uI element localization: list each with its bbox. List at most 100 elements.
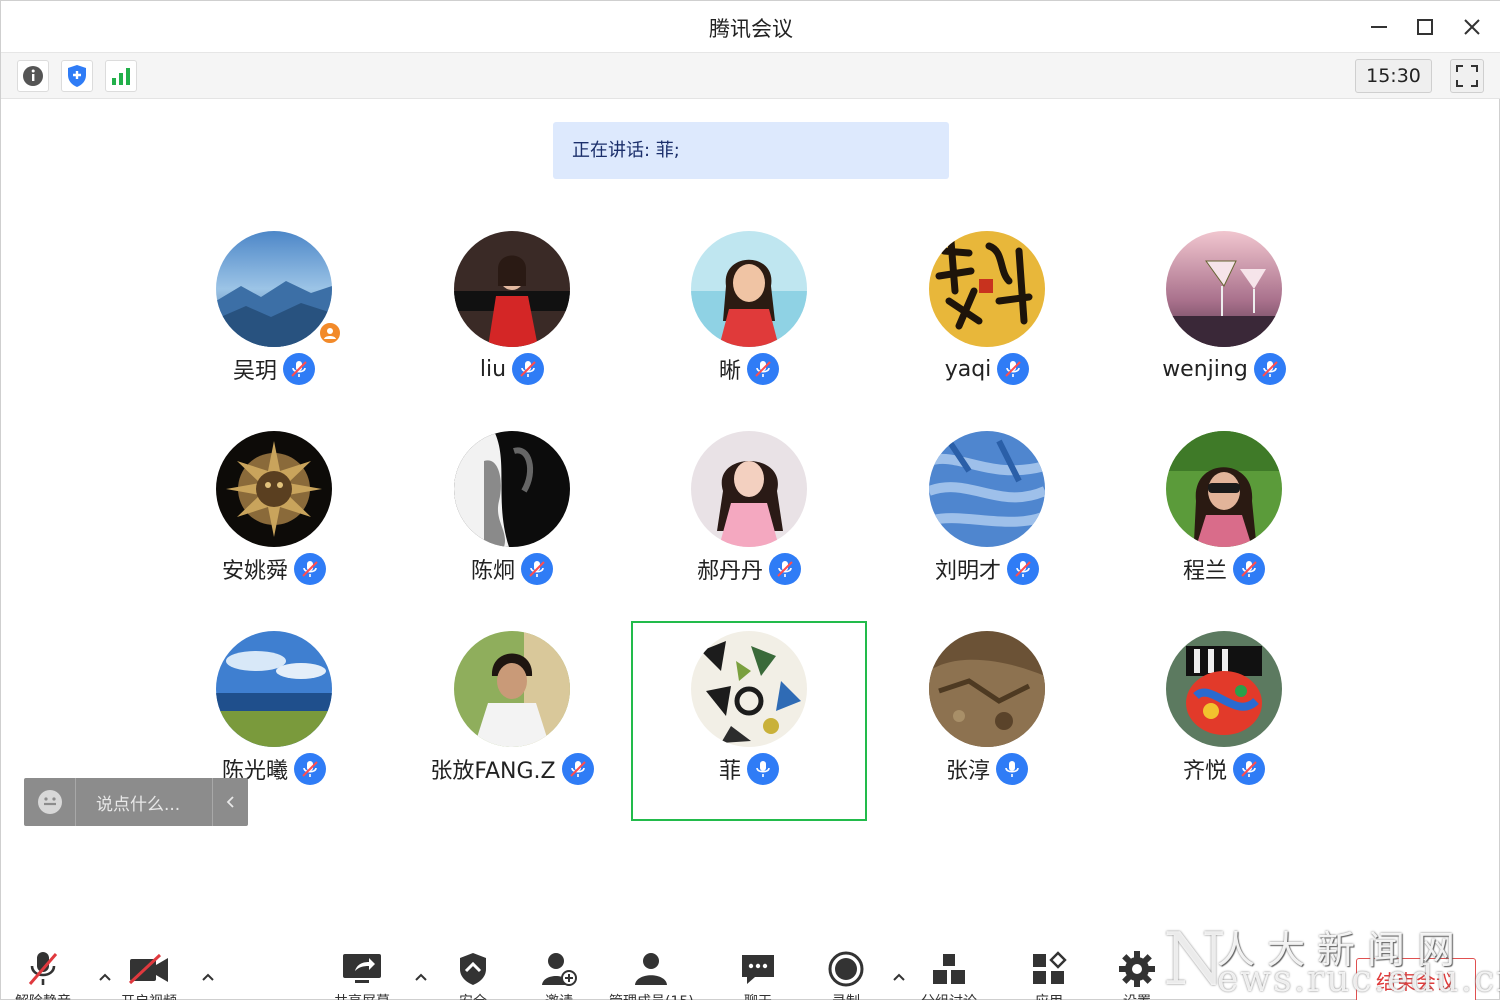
participant-name: 张淳 — [945, 759, 990, 784]
mic-muted-icon — [283, 353, 315, 385]
shield-icon — [460, 953, 486, 985]
minimize-button[interactable] — [1365, 13, 1393, 41]
participant-name: 郝丹丹 — [696, 559, 763, 584]
mic-on-icon — [747, 753, 779, 785]
participant-tile-active-speaker[interactable]: 菲 — [631, 621, 867, 821]
maximize-icon — [1417, 19, 1433, 35]
mic-muted-icon — [1233, 553, 1265, 585]
title-bar: 腾讯会议 — [1, 1, 1500, 53]
unmute-button[interactable]: 解除静音 — [15, 949, 71, 1000]
quick-chat-bar: 说点什么... — [24, 778, 248, 826]
unmute-label: 解除静音 — [15, 991, 71, 1000]
share-screen-button[interactable]: 共享屏幕 — [334, 949, 390, 1000]
chat-icon — [742, 955, 774, 984]
mic-muted-icon — [512, 353, 545, 385]
close-icon — [1464, 19, 1480, 35]
settings-label: 设置 — [1123, 991, 1151, 1000]
avatar — [454, 631, 570, 747]
mic-muted-icon — [747, 353, 779, 385]
avatar — [691, 231, 807, 347]
host-badge — [318, 321, 342, 345]
avatar — [929, 231, 1045, 347]
camera-off-icon — [128, 953, 168, 985]
participant-tile[interactable]: 刘明才 — [869, 421, 1105, 621]
participant-name: 吴玥 — [232, 359, 277, 384]
apps-label: 应用 — [1035, 991, 1063, 1000]
mic-muted-icon — [28, 952, 58, 985]
security-label: 安全 — [459, 991, 487, 1000]
manage-members-button[interactable]: 管理成员(15) — [609, 949, 694, 1000]
avatar — [1166, 431, 1282, 547]
avatar — [1166, 631, 1282, 747]
chat-label: 聊天 — [744, 991, 772, 1000]
bottom-control-bar: 解除静音 开启视频 共享屏幕 安全 邀请 管理成员(15) 聊天 — [1, 939, 1500, 1000]
members-icon — [635, 953, 668, 985]
security-status-button[interactable] — [61, 60, 93, 92]
signal-icon — [112, 68, 130, 85]
participant-tile[interactable]: 张放FANG.Z — [394, 621, 630, 821]
participant-name: wenjing — [1162, 356, 1248, 382]
participant-tile[interactable]: 齐悦 — [1106, 621, 1342, 821]
emoji-icon — [37, 790, 62, 814]
end-meeting-button[interactable]: 结束会议 — [1356, 958, 1476, 1000]
participant-tile[interactable]: 张淳 — [869, 621, 1105, 821]
participant-tile[interactable]: liu — [394, 221, 630, 421]
chat-input[interactable]: 说点什么... — [76, 790, 212, 815]
security-button[interactable]: 安全 — [451, 949, 495, 1000]
participant-tile[interactable]: 晰 — [631, 221, 867, 421]
audio-options-caret-icon[interactable] — [97, 969, 113, 985]
meeting-window: 腾讯会议 15:30 正在讲话: 菲; 吴玥 liu 晰 yaqi wenjin… — [0, 0, 1500, 1000]
add-user-icon — [542, 953, 577, 986]
network-status-button[interactable] — [105, 60, 137, 92]
share-options-caret-icon[interactable] — [413, 969, 429, 985]
meeting-toolbar: 15:30 — [1, 53, 1500, 99]
mic-muted-icon — [294, 753, 326, 785]
maximize-button[interactable] — [1411, 13, 1439, 41]
mic-muted-icon — [1007, 553, 1039, 585]
record-options-caret-icon[interactable] — [891, 969, 907, 985]
gear-icon — [1119, 951, 1155, 987]
mic-muted-icon — [1233, 753, 1265, 785]
shield-icon — [68, 65, 86, 87]
invite-button[interactable]: 邀请 — [537, 949, 581, 1000]
meeting-info-button[interactable] — [17, 60, 49, 92]
record-label: 录制 — [832, 991, 860, 1000]
video-options-caret-icon[interactable] — [200, 969, 216, 985]
participant-name: 陈炯 — [470, 559, 515, 584]
close-button[interactable] — [1458, 13, 1486, 41]
participant-tile[interactable]: 陈炯 — [394, 421, 630, 621]
collapse-chat-button[interactable] — [212, 778, 248, 826]
info-icon — [23, 66, 43, 86]
participant-name: 菲 — [718, 759, 741, 784]
host-icon — [324, 328, 336, 339]
emoji-button[interactable] — [24, 778, 76, 826]
participant-tile[interactable]: 郝丹丹 — [631, 421, 867, 621]
participant-tile[interactable]: 安姚舜 — [156, 421, 392, 621]
avatar — [691, 431, 807, 547]
participant-name: 晰 — [718, 359, 741, 384]
participant-name: 刘明才 — [934, 559, 1001, 584]
breakout-rooms-button[interactable]: 分组讨论 — [921, 949, 977, 1000]
participant-name: 程兰 — [1182, 559, 1227, 584]
participant-tile[interactable]: yaqi — [869, 221, 1105, 421]
apps-button[interactable]: 应用 — [1027, 949, 1071, 1000]
participant-tile[interactable]: 吴玥 — [156, 221, 392, 421]
mic-muted-icon — [294, 553, 326, 585]
mic-on-icon — [996, 753, 1028, 785]
participant-tile[interactable]: wenjing — [1106, 221, 1342, 421]
fullscreen-button[interactable] — [1450, 59, 1484, 93]
avatar — [216, 631, 332, 747]
chat-button[interactable]: 聊天 — [736, 949, 780, 1000]
participant-tile[interactable]: 程兰 — [1106, 421, 1342, 621]
avatar — [216, 431, 332, 547]
window-title: 腾讯会议 — [709, 17, 793, 41]
start-video-button[interactable]: 开启视频 — [121, 949, 177, 1000]
invite-label: 邀请 — [545, 991, 573, 1000]
share-screen-label: 共享屏幕 — [334, 991, 390, 1000]
record-button[interactable]: 录制 — [824, 949, 868, 1000]
settings-button[interactable]: 设置 — [1115, 949, 1159, 1000]
avatar — [691, 631, 807, 747]
breakout-rooms-label: 分组讨论 — [921, 991, 977, 1000]
avatar — [216, 231, 332, 347]
share-screen-icon — [343, 954, 381, 983]
